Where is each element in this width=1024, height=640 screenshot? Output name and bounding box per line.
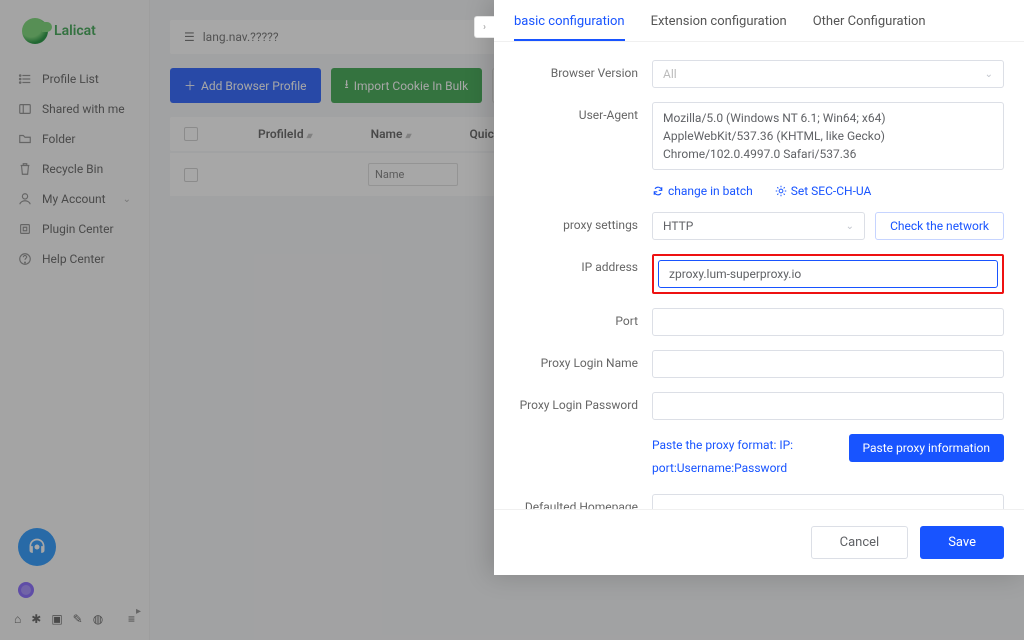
label-port: Port xyxy=(514,308,652,328)
homepage-input[interactable] xyxy=(652,494,1004,509)
chevron-down-icon: ⌄ xyxy=(846,221,854,232)
drawer-tabs: basic configuration Extension configurat… xyxy=(494,0,1024,42)
gear-icon xyxy=(775,185,787,197)
select-value: All xyxy=(663,67,677,81)
cancel-button[interactable]: Cancel xyxy=(811,526,909,559)
select-value: HTTP xyxy=(663,219,693,233)
user-agent-textarea[interactable]: Mozilla/5.0 (Windows NT 6.1; Win64; x64)… xyxy=(652,102,1004,170)
port-input[interactable] xyxy=(652,308,1004,336)
tab-extension[interactable]: Extension configuration xyxy=(651,14,787,41)
set-sec-ch-ua-link[interactable]: Set SEC-CH-UA xyxy=(775,184,872,198)
ip-address-input[interactable] xyxy=(658,260,998,288)
paste-proxy-button[interactable]: Paste proxy information xyxy=(849,434,1005,462)
label-ip: IP address xyxy=(514,254,652,274)
tab-basic[interactable]: basic configuration xyxy=(514,14,625,41)
save-button[interactable]: Save xyxy=(920,526,1004,559)
refresh-icon xyxy=(652,185,664,197)
chevron-down-icon: ⌄ xyxy=(985,69,993,80)
proxy-login-password-input[interactable] xyxy=(652,392,1004,420)
label-proxy-settings: proxy settings xyxy=(514,212,652,232)
ip-highlight-box xyxy=(652,254,1004,294)
label-user-agent: User-Agent xyxy=(514,102,652,122)
label-login-name: Proxy Login Name xyxy=(514,350,652,370)
label-browser-version: Browser Version xyxy=(514,60,652,80)
drawer-footer: Cancel Save xyxy=(494,509,1024,575)
label-homepage: Defaulted Homepage xyxy=(514,494,652,509)
drawer-body: Browser Version All ⌄ User-Agent Mozilla… xyxy=(494,42,1024,509)
change-batch-link[interactable]: change in batch xyxy=(652,184,753,198)
tab-other[interactable]: Other Configuration xyxy=(813,14,926,41)
browser-version-select[interactable]: All ⌄ xyxy=(652,60,1004,88)
label-login-pwd: Proxy Login Password xyxy=(514,392,652,412)
proxy-login-name-input[interactable] xyxy=(652,350,1004,378)
paste-format-hint: Paste the proxy format: IP: port:Usernam… xyxy=(652,434,829,480)
config-drawer: › basic configuration Extension configur… xyxy=(494,0,1024,575)
check-network-button[interactable]: Check the network xyxy=(875,212,1004,240)
drawer-collapse-button[interactable]: › xyxy=(474,16,494,38)
proxy-type-select[interactable]: HTTP ⌄ xyxy=(652,212,865,240)
